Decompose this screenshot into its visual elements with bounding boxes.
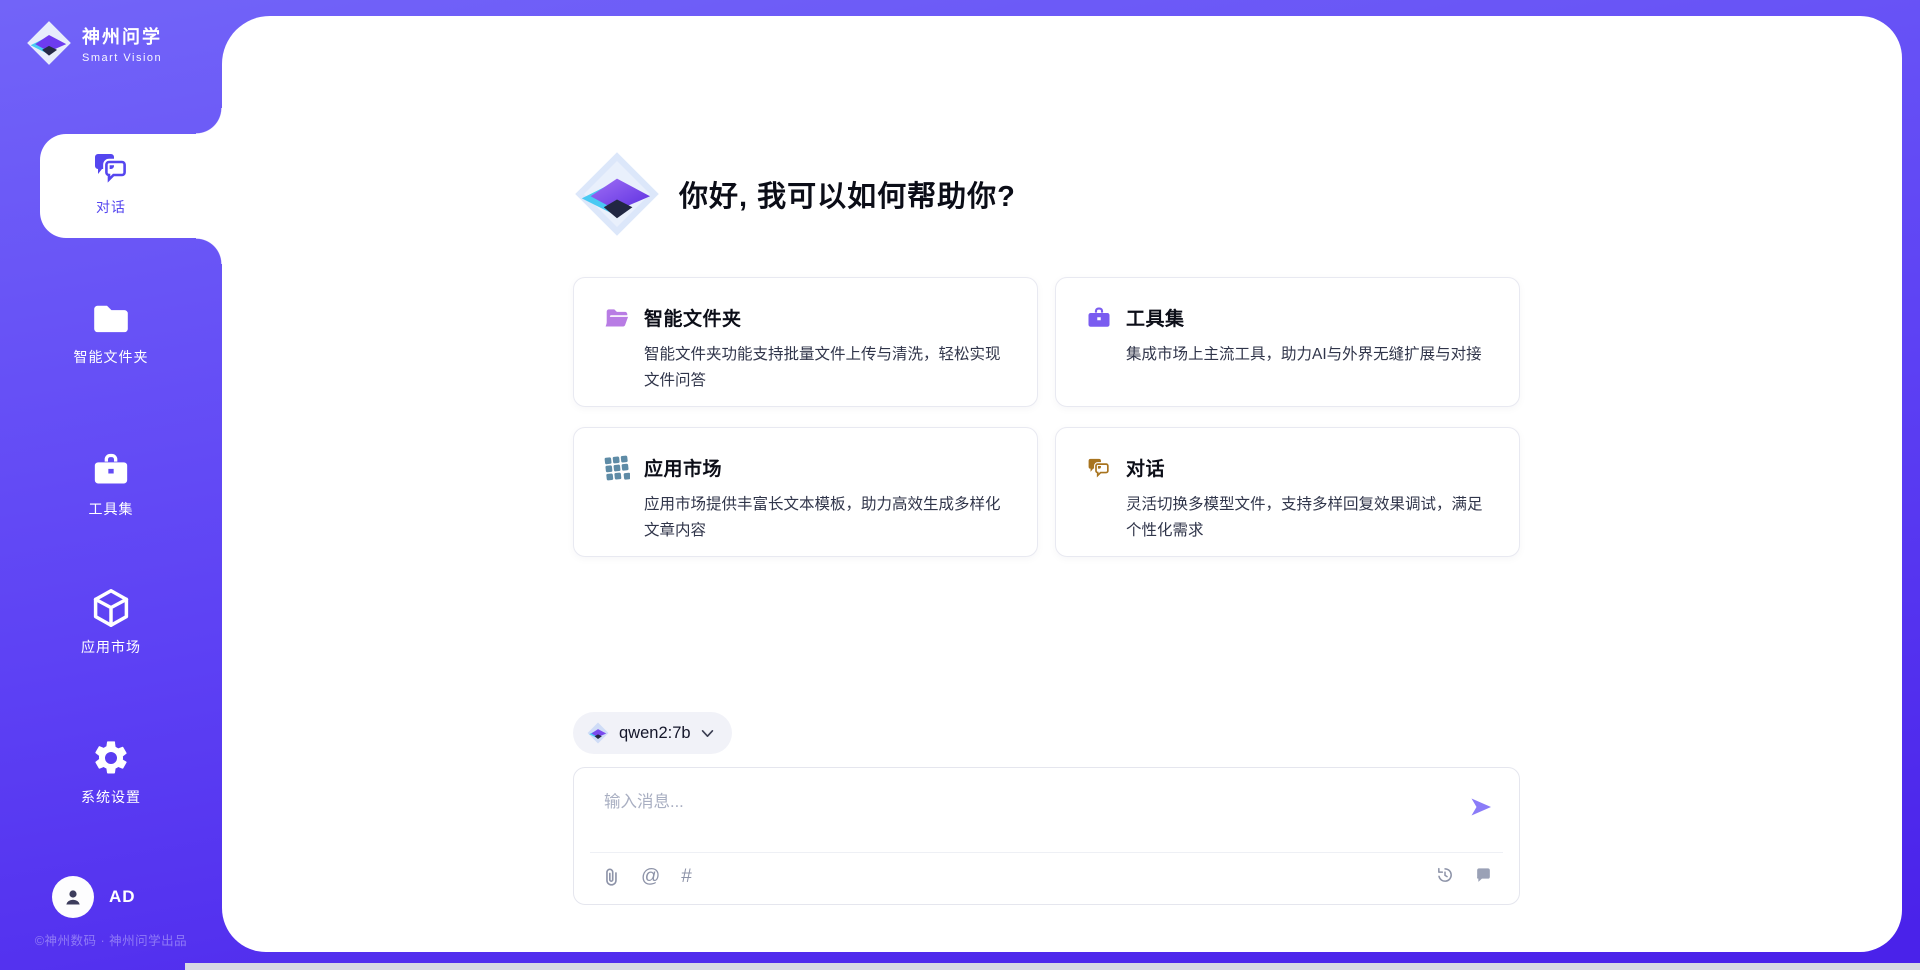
card-title: 工具集 — [1126, 304, 1185, 331]
sidebar-item-smart-folder[interactable]: 智能文件夹 — [0, 298, 222, 367]
card-description: 应用市场提供丰富长文本模板，助力高效生成多样化文章内容 — [604, 492, 1009, 544]
user-profile[interactable]: AD — [52, 876, 136, 918]
paperclip-icon — [602, 866, 620, 888]
app-subtitle: Smart Vision — [82, 52, 162, 64]
hashtag-button[interactable]: # — [681, 865, 692, 889]
folder-icon — [90, 298, 132, 338]
composer-tools-right — [1435, 865, 1493, 885]
chat-bubbles-icon — [1086, 455, 1112, 481]
mention-button[interactable]: @ — [641, 865, 660, 889]
message-composer: @ # — [573, 767, 1520, 905]
brand-diamond-logo — [573, 150, 661, 238]
composer-divider — [590, 852, 1503, 853]
card-description: 智能文件夹功能支持批量文件上传与清洗，轻松实现文件问答 — [604, 342, 1009, 394]
card-title: 应用市场 — [644, 454, 722, 481]
send-icon — [1469, 795, 1493, 819]
composer-tools-left: @ # — [602, 865, 692, 889]
send-button[interactable] — [1469, 794, 1495, 820]
attach-file-button[interactable] — [602, 866, 620, 888]
feedback-button[interactable] — [1474, 866, 1493, 885]
history-button[interactable] — [1435, 865, 1455, 885]
sidebar-item-settings[interactable]: 系统设置 — [0, 738, 222, 807]
user-initials: AD — [109, 887, 136, 907]
sidebar-item-label: 对话 — [96, 197, 126, 217]
card-title: 智能文件夹 — [644, 304, 742, 331]
sidebar-item-label: 应用市场 — [81, 637, 141, 657]
chat-bubble-icon — [1474, 866, 1493, 885]
avatar — [52, 876, 94, 918]
card-toolset[interactable]: 工具集 集成市场上主流工具，助力AI与外界无缝扩展与对接 — [1055, 277, 1520, 407]
chat-icon — [91, 148, 131, 188]
app-grid-icon — [604, 455, 630, 481]
card-description: 集成市场上主流工具，助力AI与外界无缝扩展与对接 — [1086, 342, 1491, 368]
sidebar-item-chat[interactable]: 对话 — [0, 148, 222, 217]
model-logo-icon — [587, 722, 609, 744]
app-name: 神州问学 — [82, 23, 162, 49]
briefcase-icon — [1086, 305, 1112, 331]
model-name: qwen2:7b — [619, 724, 691, 743]
card-title: 对话 — [1126, 454, 1165, 481]
history-icon — [1435, 865, 1455, 885]
briefcase-icon — [91, 450, 131, 490]
sidebar-item-toolset[interactable]: 工具集 — [0, 450, 222, 519]
main-panel: 你好, 我可以如何帮助你? 智能文件夹 智能文件夹功能支持批量文件上传与清洗，轻… — [222, 16, 1902, 952]
message-input[interactable] — [604, 788, 1424, 836]
card-smart-folder[interactable]: 智能文件夹 智能文件夹功能支持批量文件上传与清洗，轻松实现文件问答 — [573, 277, 1038, 407]
gear-icon — [91, 738, 131, 778]
person-icon — [61, 885, 85, 909]
card-chat[interactable]: 对话 灵活切换多模型文件，支持多样回复效果调试，满足个性化需求 — [1055, 427, 1520, 557]
app-logo: 神州问学 Smart Vision — [26, 20, 162, 66]
sidebar-item-app-market[interactable]: 应用市场 — [0, 588, 222, 657]
model-selector[interactable]: qwen2:7b — [573, 712, 732, 754]
feature-cards: 智能文件夹 智能文件夹功能支持批量文件上传与清洗，轻松实现文件问答 工具集 集成… — [573, 277, 1520, 557]
app-root: { "app": { "name": "神州问学", "subtitle": "… — [0, 0, 1920, 970]
tab-fillet-bottom — [196, 238, 222, 264]
sidebar-footer: ©神州数码 · 神州问学出品 — [0, 930, 222, 949]
card-description: 灵活切换多模型文件，支持多样回复效果调试，满足个性化需求 — [1086, 492, 1491, 544]
sidebar-item-label: 工具集 — [89, 499, 134, 519]
greeting-block: 你好, 我可以如何帮助你? — [573, 150, 1016, 238]
greeting-title: 你好, 我可以如何帮助你? — [679, 173, 1016, 215]
card-app-market[interactable]: 应用市场 应用市场提供丰富长文本模板，助力高效生成多样化文章内容 — [573, 427, 1038, 557]
bottom-scrollbar-track[interactable] — [185, 963, 1920, 970]
folder-open-icon — [604, 305, 630, 331]
sidebar-item-label: 智能文件夹 — [74, 347, 149, 367]
chevron-down-icon — [701, 729, 714, 738]
brand-diamond-icon — [26, 20, 72, 66]
tab-fillet-top — [196, 108, 222, 134]
cube-icon — [89, 588, 133, 628]
sidebar-item-label: 系统设置 — [81, 787, 141, 807]
